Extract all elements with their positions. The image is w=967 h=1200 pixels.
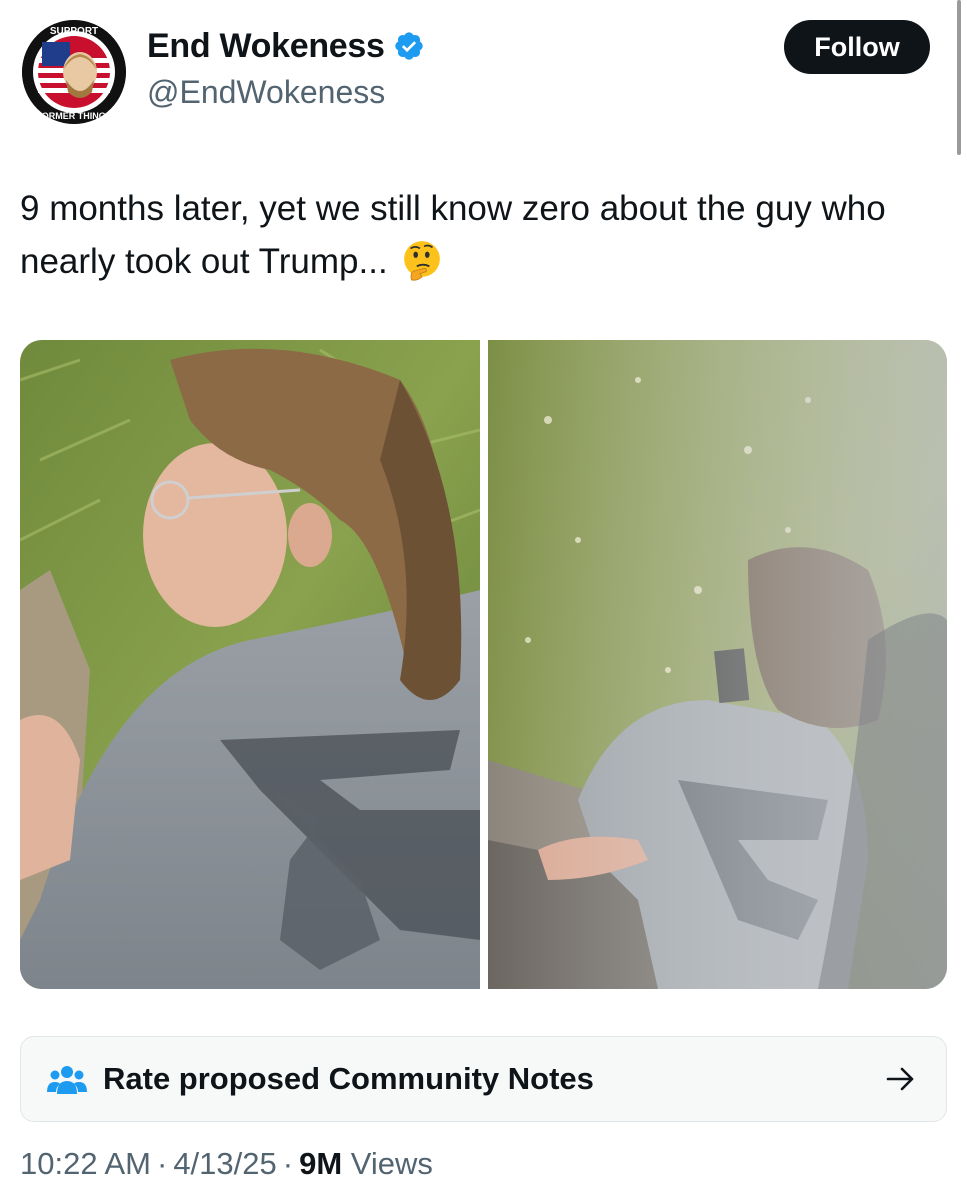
handle[interactable]: @EndWokeness — [147, 74, 425, 111]
photo-2[interactable] — [488, 340, 947, 989]
separator: · — [156, 1146, 168, 1181]
community-notes-bar[interactable]: Rate proposed Community Notes — [20, 1036, 947, 1122]
author-info: End Wokeness @EndWokeness — [147, 24, 425, 111]
follow-button[interactable]: Follow — [784, 20, 930, 74]
views-label: Views — [350, 1146, 433, 1181]
avatar[interactable]: SUPPORT FORMER THINGS — [22, 20, 126, 124]
display-name-row: End Wokeness — [147, 24, 425, 68]
display-name[interactable]: End Wokeness — [147, 27, 385, 66]
separator: · — [282, 1146, 294, 1181]
tweet-header: SUPPORT FORMER THINGS End Wokeness @EndW… — [22, 20, 930, 130]
tweet-text: 9 months later, yet we still know zero a… — [20, 182, 950, 288]
svg-text:FORMER THINGS: FORMER THINGS — [36, 111, 112, 121]
tweet-time[interactable]: 10:22 AM — [20, 1146, 151, 1181]
people-icon — [47, 1066, 87, 1094]
views-count: 9M — [299, 1146, 343, 1181]
verified-badge-icon — [394, 32, 423, 60]
tweet-text-body: 9 months later, yet we still know zero a… — [20, 189, 886, 281]
scrollbar[interactable] — [957, 0, 961, 155]
arrow-right-icon[interactable] — [886, 1065, 916, 1093]
svg-text:SUPPORT: SUPPORT — [50, 26, 98, 37]
tweet-meta: 10:22 AM · 4/13/25 · 9M Views — [20, 1146, 433, 1182]
media-gallery[interactable] — [20, 340, 947, 989]
tweet-date[interactable]: 4/13/25 — [173, 1146, 276, 1181]
photo-1[interactable] — [20, 340, 480, 989]
thinking-face-icon — [404, 241, 441, 281]
community-notes-label: Rate proposed Community Notes — [103, 1061, 594, 1096]
